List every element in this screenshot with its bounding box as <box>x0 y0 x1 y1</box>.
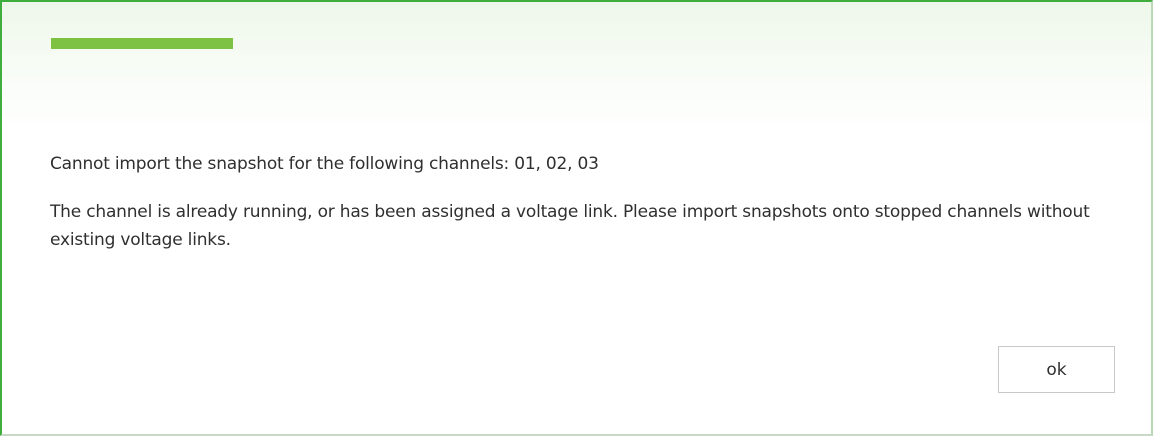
ok-button[interactable]: ok <box>998 346 1115 393</box>
dialog-message: Cannot import the snapshot for the follo… <box>50 150 1130 254</box>
accent-bar <box>51 38 233 49</box>
import-snapshot-error-dialog: Cannot import the snapshot for the follo… <box>0 0 1153 436</box>
error-message-explanation: The channel is already running, or has b… <box>50 202 1090 250</box>
error-message-channels: Cannot import the snapshot for the follo… <box>50 154 599 174</box>
